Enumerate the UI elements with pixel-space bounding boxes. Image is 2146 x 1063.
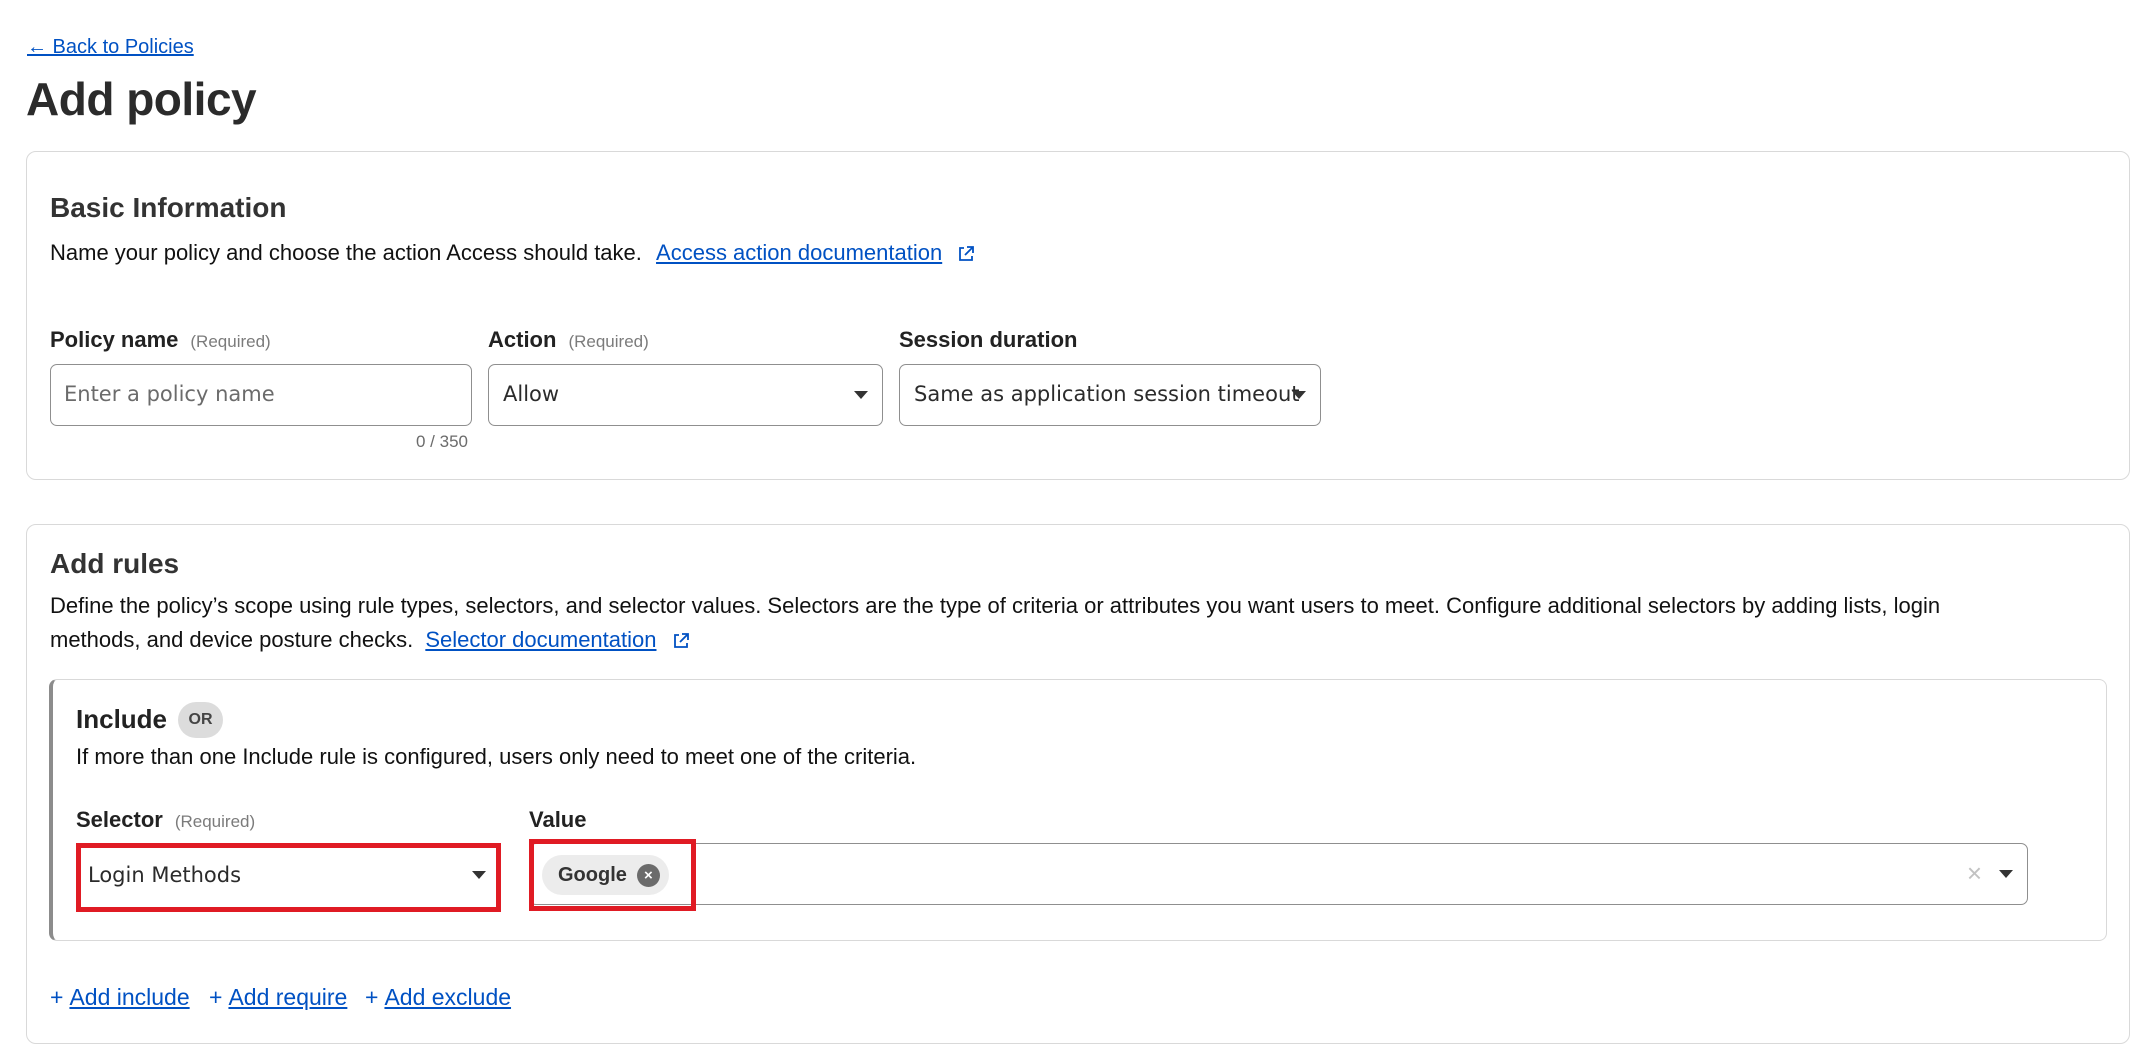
basic-description-text: Name your policy and choose the action A…	[50, 240, 642, 265]
external-link-icon	[959, 246, 975, 262]
add-policy-page: ← Back to Policies Add policy Basic Info…	[0, 0, 2146, 1063]
value-multiselect[interactable]: ×	[529, 843, 2028, 905]
external-link-icon	[673, 633, 689, 649]
add-exclude-label: Add exclude	[384, 984, 512, 1010]
add-rules-title: Add rules	[50, 548, 180, 579]
basic-information-title: Basic Information	[50, 192, 287, 223]
basic-information-card: Basic Information Name your policy and c…	[26, 151, 2130, 480]
value-highlight: Google ×	[529, 839, 696, 911]
plus-icon: +	[365, 984, 379, 1010]
plus-icon: +	[209, 984, 223, 1010]
value-chip-label: Google	[558, 864, 627, 886]
caret-down-icon	[1292, 391, 1306, 399]
add-rules-description-line1: Define the policy’s scope using rule typ…	[50, 593, 1941, 618]
session-duration-label: Session duration	[899, 327, 1078, 352]
plus-icon: +	[50, 984, 64, 1010]
caret-down-icon	[854, 391, 868, 399]
add-rules-description: Define the policy’s scope using rule typ…	[50, 589, 1940, 657]
remove-chip-icon[interactable]: ×	[636, 864, 660, 887]
add-exclude-link[interactable]: + Add exclude	[365, 984, 511, 1011]
access-action-documentation-link[interactable]: Access action documentation	[656, 240, 942, 265]
selector-select-value: Login Methods	[88, 863, 242, 887]
add-rules-description-line2: methods, and device posture checks. Sele…	[50, 623, 1940, 657]
session-duration-value: Same as application session timeout	[914, 382, 1300, 406]
session-duration-select[interactable]: Same as application session timeout	[899, 364, 1321, 426]
selector-documentation-link[interactable]: Selector documentation	[425, 627, 656, 652]
value-label: Value	[529, 807, 587, 832]
action-select[interactable]: Allow	[488, 364, 883, 426]
include-description: If more than one Include rule is configu…	[76, 744, 917, 769]
add-require-label: Add require	[228, 984, 348, 1010]
back-to-policies-link[interactable]: ← Back to Policies	[27, 36, 194, 59]
action-label: Action (Required)	[488, 327, 649, 353]
add-include-label: Add include	[69, 984, 190, 1010]
add-include-link[interactable]: + Add include	[50, 984, 190, 1011]
selector-label-text: Selector	[76, 807, 163, 832]
add-rules-description-line2-text: methods, and device posture checks.	[50, 627, 414, 652]
policy-name-char-counter: 0 / 350	[416, 432, 468, 451]
selector-label: Selector (Required)	[76, 807, 255, 833]
action-label-text: Action	[488, 327, 557, 352]
clear-values-icon[interactable]: ×	[1967, 858, 1982, 889]
action-required-note: (Required)	[568, 332, 649, 351]
or-badge: OR	[178, 702, 223, 738]
include-title: Include	[76, 704, 168, 734]
policy-name-label-text: Policy name	[50, 327, 179, 352]
selector-required-note: (Required)	[174, 812, 256, 831]
page-title: Add policy	[26, 73, 257, 125]
include-rule-group: Include OR If more than one Include rule…	[49, 679, 2107, 941]
policy-name-input[interactable]: Enter a policy name	[50, 364, 472, 426]
add-rules-card: Add rules Define the policy’s scope usin…	[26, 524, 2130, 1044]
action-select-value: Allow	[503, 382, 560, 406]
selector-highlight: Login Methods	[76, 843, 501, 912]
add-require-link[interactable]: + Add require	[209, 984, 347, 1011]
policy-name-required-note: (Required)	[190, 332, 271, 351]
value-chip-google: Google ×	[542, 855, 669, 895]
policy-name-label: Policy name (Required)	[50, 327, 271, 353]
caret-down-icon	[1999, 870, 2013, 878]
basic-information-description: Name your policy and choose the action A…	[50, 236, 976, 270]
caret-down-icon	[472, 871, 486, 879]
policy-name-placeholder: Enter a policy name	[64, 382, 275, 406]
